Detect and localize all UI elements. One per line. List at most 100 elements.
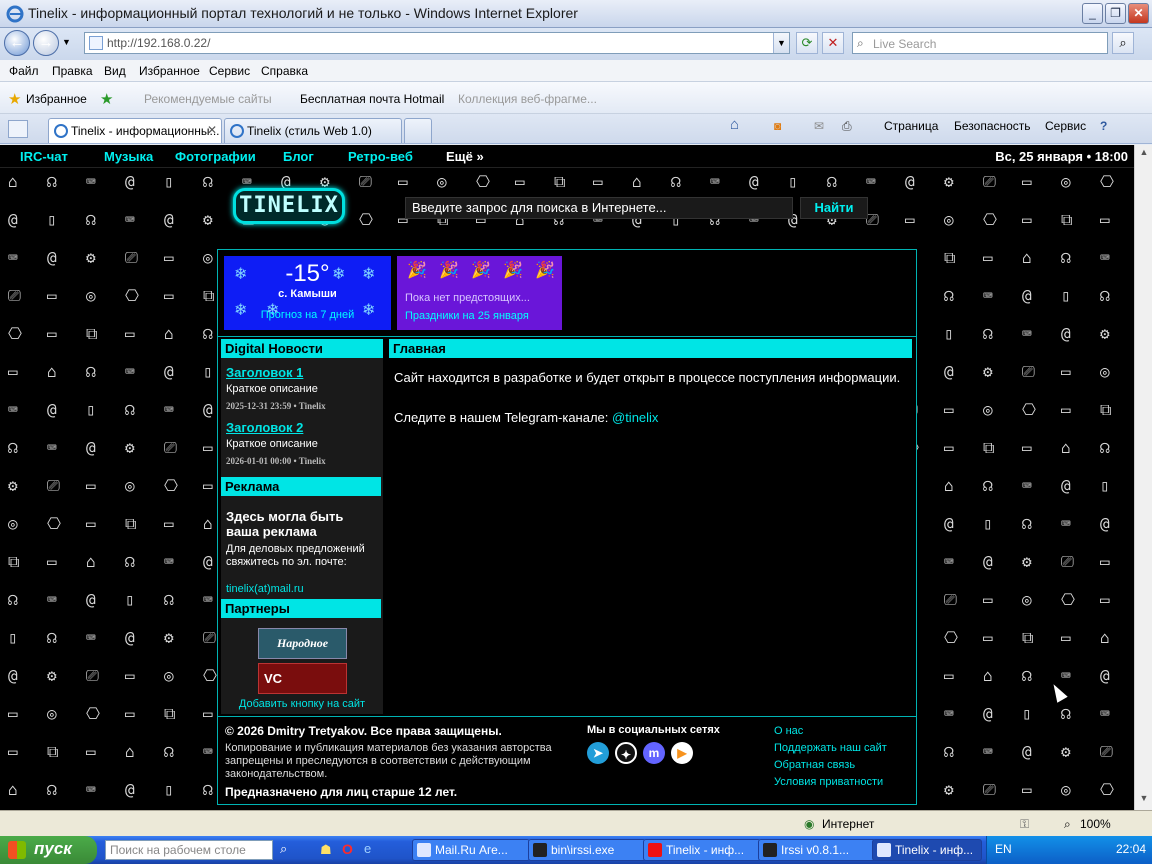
pattern-icon: ⎚ <box>125 248 138 267</box>
pattern-icon: ☊ <box>125 552 135 571</box>
feeds-icon[interactable]: ◙ <box>774 119 781 133</box>
start-button[interactable]: пуск <box>0 836 97 864</box>
pattern-icon: ⌨ <box>164 552 174 571</box>
nav-more[interactable]: Ещё » <box>446 149 484 164</box>
compass-icon[interactable]: ✦ <box>615 742 637 764</box>
holidays-link[interactable]: Праздники на 25 января <box>405 310 529 322</box>
desktop-search-input[interactable]: Поиск на рабочем столе <box>105 840 273 860</box>
quick-tabs-icon[interactable] <box>8 120 28 138</box>
webslice-gallery-link[interactable]: Коллекция веб-фрагме... <box>458 92 597 106</box>
vertical-scrollbar[interactable]: ▲ ▼ <box>1134 145 1152 810</box>
search-icon[interactable]: ⌕ <box>280 841 287 857</box>
live-search-icon: ⌕ <box>857 36 864 50</box>
back-button[interactable]: ← <box>4 30 30 56</box>
add-favorite-icon[interactable]: ★ <box>100 90 113 108</box>
pattern-icon: ⎔ <box>8 324 22 343</box>
forward-button[interactable]: → <box>33 30 59 56</box>
language-indicator[interactable]: EN <box>995 842 1012 856</box>
menu-tools[interactable]: Сервис <box>209 64 250 78</box>
pattern-icon: ⌂ <box>203 514 213 533</box>
pattern-icon: ☊ <box>203 172 213 191</box>
add-button-link[interactable]: Добавить кнопку на сайт <box>221 698 383 710</box>
task-label: Mail.Ru Аге... <box>435 843 508 857</box>
telegram-link[interactable]: @tinelix <box>612 410 658 425</box>
pattern-icon: ▭ <box>944 400 954 419</box>
footer-link-privacy[interactable]: Условия приватности <box>774 776 883 788</box>
live-search-input[interactable]: ⌕ Live Search <box>852 32 1108 54</box>
site-search-input[interactable]: Введите запрос для поиска в Интернете... <box>405 197 793 219</box>
scroll-up-icon[interactable]: ▲ <box>1137 147 1151 161</box>
hotmail-link[interactable]: Бесплатная почта Hotmail <box>300 92 444 106</box>
stop-icon[interactable]: ✕ <box>822 32 844 54</box>
task-mailru-agent[interactable]: Mail.Ru Аге... <box>412 839 530 861</box>
mastodon-icon[interactable]: m <box>643 742 665 764</box>
pattern-icon: ⚙ <box>164 628 174 647</box>
task-irssi-exe[interactable]: bin\irssi.exe <box>528 839 646 861</box>
nav-photos[interactable]: Фотографии <box>175 149 256 164</box>
recommended-sites-link[interactable]: Рекомендуемые сайты <box>144 92 272 106</box>
tab-tinelix-web1[interactable]: Tinelix (стиль Web 1.0) <box>224 118 402 143</box>
tools-menu[interactable]: Сервис <box>1045 119 1086 133</box>
holidays-widget[interactable]: 🎉 🎉 🎉 🎉 🎉 Пока нет предстоящих... Праздн… <box>397 256 562 330</box>
pattern-icon: ⧉ <box>1061 210 1073 229</box>
minimize-button[interactable]: _ <box>1082 3 1103 24</box>
help-icon[interactable]: ? <box>1100 119 1107 133</box>
nav-blog[interactable]: Блог <box>283 149 314 164</box>
history-dropdown-icon[interactable]: ▼ <box>62 37 71 47</box>
footer-link-feedback[interactable]: Обратная связь <box>774 759 855 771</box>
maximize-button[interactable]: ❐ <box>1105 3 1126 24</box>
task-irssi[interactable]: Irssi v0.8.1... <box>758 839 876 861</box>
home-icon[interactable]: ⌂ <box>730 116 739 133</box>
telegram-paragraph: Следите в нашем Telegram-канале: @tineli… <box>394 410 904 426</box>
new-tab-button[interactable] <box>404 118 432 143</box>
zoom-level[interactable]: 100% <box>1080 817 1111 831</box>
partner-vc-button[interactable]: VC <box>258 663 347 694</box>
pattern-icon: ⚙ <box>203 210 213 229</box>
quicklaunch-icon[interactable]: ☗ <box>320 842 332 858</box>
menu-file[interactable]: Файл <box>9 64 39 78</box>
nav-retro-web[interactable]: Ретро-веб <box>348 149 413 164</box>
play-icon[interactable]: ▶ <box>671 742 693 764</box>
page-icon <box>89 36 103 50</box>
address-dropdown-icon[interactable]: ▼ <box>773 33 789 53</box>
refresh-icon[interactable]: ⟳ <box>796 32 818 54</box>
favorites-button[interactable]: Избранное <box>26 92 87 106</box>
search-go-icon[interactable]: ⌕ <box>1112 32 1134 54</box>
mail-icon[interactable]: ✉ <box>814 119 824 133</box>
internet-zone-icon: ◉ <box>804 817 815 831</box>
safety-menu[interactable]: Безопасность <box>954 119 1031 133</box>
news-item-title[interactable]: Заголовок 1 <box>226 365 303 380</box>
tab-close-icon[interactable]: ✕ <box>207 123 217 137</box>
task-ie-tinelix[interactable]: Tinelix - инф... <box>872 839 982 861</box>
menu-view[interactable]: Вид <box>104 64 126 78</box>
task-opera-tinelix[interactable]: Tinelix - инф... <box>643 839 761 861</box>
tab-tinelix-main[interactable]: Tinelix - информационны... ✕ <box>48 118 222 143</box>
weather-widget[interactable]: ❄ ❄ ❄ ❄ ❄ ❄ -15° с. Камыши Прогноз на 7 … <box>224 256 391 330</box>
site-logo[interactable]: TINELIX <box>233 188 345 224</box>
ad-email-link[interactable]: tinelix(at)mail.ru <box>226 583 304 595</box>
party-icon: 🎉 <box>407 262 427 279</box>
opera-icon[interactable]: O <box>342 841 353 857</box>
ie-quicklaunch-icon[interactable]: e <box>364 841 371 856</box>
footer-link-about[interactable]: О нас <box>774 725 803 737</box>
footer-link-support[interactable]: Поддержать наш сайт <box>774 742 887 754</box>
menu-edit[interactable]: Правка <box>52 64 93 78</box>
news-item-title[interactable]: Заголовок 2 <box>226 420 303 435</box>
nav-music[interactable]: Музыка <box>104 149 153 164</box>
pattern-icon: ⎚ <box>47 476 60 495</box>
address-field[interactable]: http://192.168.0.22/ ▼ <box>84 32 790 54</box>
site-search-button[interactable]: Найти <box>800 197 868 219</box>
telegram-icon[interactable]: ➤ <box>587 742 609 764</box>
menu-help[interactable]: Справка <box>261 64 308 78</box>
security-zone: Интернет <box>822 817 875 831</box>
nav-irc[interactable]: IRC-чат <box>20 149 68 164</box>
partner-narod-button[interactable]: Народное <box>258 628 347 659</box>
scroll-down-icon[interactable]: ▼ <box>1137 793 1151 807</box>
page-menu[interactable]: Страница <box>884 119 938 133</box>
weather-forecast-link[interactable]: Прогноз на 7 дней <box>224 309 391 321</box>
news-item-meta: 2025-12-31 23:59 • Tinelix <box>226 401 326 411</box>
pattern-icon: @ <box>8 210 18 229</box>
menu-favorites[interactable]: Избранное <box>139 64 200 78</box>
close-button[interactable]: ✕ <box>1128 3 1149 24</box>
print-icon[interactable]: ⎙ <box>842 119 852 134</box>
